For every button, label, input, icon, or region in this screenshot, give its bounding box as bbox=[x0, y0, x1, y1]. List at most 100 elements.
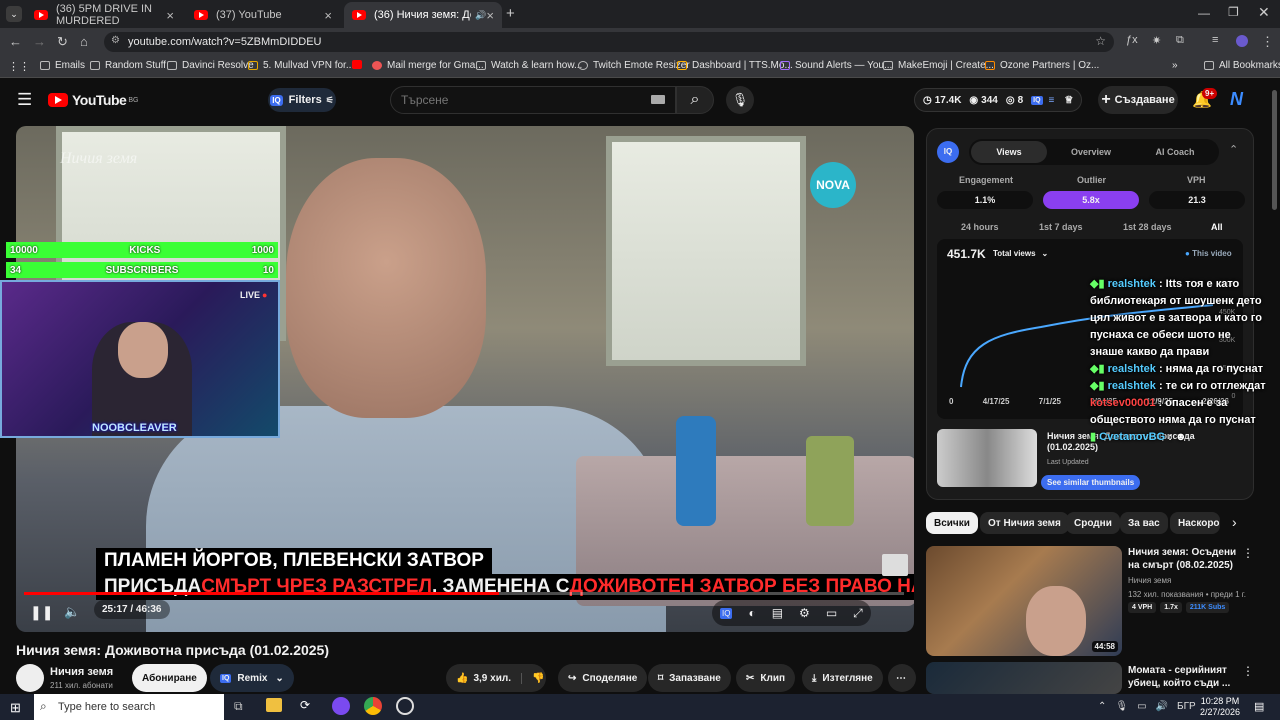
similar-thumbnail[interactable] bbox=[937, 429, 1037, 487]
bookmark-item[interactable]: Ozone Partners | Oz... bbox=[985, 60, 1099, 71]
bookmark-item[interactable]: MakeEmoji | Create... bbox=[883, 60, 994, 71]
youtube-logo[interactable]: YouTube BG bbox=[48, 92, 138, 108]
collapse-icon[interactable]: ⌃ bbox=[1229, 143, 1238, 156]
volume-icon[interactable]: 🔊 bbox=[1156, 701, 1168, 712]
notification-center-icon[interactable]: ▤ bbox=[1254, 700, 1264, 713]
settings-gear-icon[interactable]: ⚙ bbox=[799, 606, 810, 620]
channel-name[interactable]: Ничия земя bbox=[50, 666, 113, 678]
speaker-icon[interactable]: 🔊 bbox=[475, 10, 486, 21]
like-button[interactable]: 👍 3,9 хил. bbox=[446, 673, 521, 684]
bookmark-item[interactable]: 5. Mullvad VPN for... bbox=[248, 60, 354, 71]
address-bar[interactable]: ⚙ youtube.com/watch?v=5ZBMmDIDDEU ☆ bbox=[104, 32, 1114, 52]
bookmark-item[interactable]: Watch & learn how... bbox=[476, 60, 582, 71]
channel-avatar[interactable] bbox=[16, 664, 44, 692]
subscribe-button[interactable]: Абониране bbox=[132, 664, 207, 692]
chip-all[interactable]: Всички bbox=[926, 512, 978, 534]
microphone-icon[interactable]: 🎙 bbox=[1115, 701, 1128, 712]
tab-search-button[interactable]: ⌄ bbox=[6, 6, 22, 22]
extension-icon[interactable]: ƒx bbox=[1126, 34, 1138, 46]
all-bookmarks[interactable]: All Bookmarks bbox=[1204, 60, 1280, 71]
apps-grid-icon[interactable]: ⋮⋮ bbox=[8, 60, 30, 73]
taskbar-search-box[interactable]: ⌕ Type here to search bbox=[34, 694, 224, 720]
extension-icon[interactable]: ✷ bbox=[1152, 34, 1161, 47]
bookmark-item[interactable]: Twitch Emote Resizer bbox=[578, 60, 690, 71]
chip-related[interactable]: Сродни bbox=[1066, 512, 1120, 534]
clip-button[interactable]: ✂ Клип bbox=[736, 664, 796, 692]
hamburger-menu-icon[interactable]: ☰ bbox=[17, 90, 32, 110]
vidiq-filters-button[interactable]: IQ Filters ⚟ bbox=[268, 88, 336, 112]
create-button[interactable]: + Създаване bbox=[1098, 86, 1178, 114]
minimize-icon[interactable]: — bbox=[1198, 6, 1210, 20]
more-actions-button[interactable]: ⋯ bbox=[888, 664, 916, 692]
pause-button[interactable]: ❚❚ bbox=[30, 604, 53, 621]
app-icon[interactable] bbox=[332, 697, 350, 715]
chrome-icon[interactable] bbox=[364, 697, 382, 715]
search-button[interactable]: ⌕ bbox=[676, 86, 714, 114]
range-option[interactable]: 1st 7 days bbox=[1039, 222, 1083, 232]
language-indicator[interactable]: БГР bbox=[1177, 701, 1196, 712]
range-option[interactable]: 24 hours bbox=[961, 222, 999, 232]
chevron-right-icon[interactable]: › bbox=[1232, 514, 1237, 530]
vidiq-stats-bar[interactable]: ◷ 17.4K ◉ 344 ◎ 8 IQ ≡ ♕ bbox=[914, 88, 1083, 112]
recommendation-thumbnail[interactable]: 44:58 bbox=[926, 546, 1122, 656]
dislike-button[interactable]: 👎 bbox=[520, 672, 544, 684]
bookmark-item[interactable] bbox=[352, 60, 367, 69]
site-info-icon[interactable]: ⚙ bbox=[111, 35, 120, 46]
extensions-puzzle-icon[interactable]: ⧉ bbox=[1176, 34, 1184, 47]
obs-icon[interactable] bbox=[396, 697, 414, 715]
vidiq-icon[interactable]: IQ bbox=[720, 607, 733, 619]
page-scrollbar[interactable] bbox=[1272, 90, 1277, 210]
clock[interactable]: 10:28 PM 2/27/2026 bbox=[1200, 696, 1240, 718]
windows-start-icon[interactable]: ⊞ bbox=[10, 700, 21, 716]
search-input[interactable] bbox=[401, 93, 641, 107]
total-views-dropdown[interactable]: Total views ⌄ bbox=[993, 249, 1048, 258]
range-option-selected[interactable]: All bbox=[1211, 222, 1223, 232]
fullscreen-icon[interactable]: ⤢ bbox=[853, 606, 863, 621]
more-options-icon[interactable]: ⋮ bbox=[1242, 546, 1254, 560]
bookmark-item[interactable]: Emails bbox=[40, 60, 85, 71]
close-icon[interactable]: × bbox=[166, 8, 174, 23]
range-option[interactable]: 1st 28 days bbox=[1123, 222, 1172, 232]
restore-icon[interactable]: ❐ bbox=[1228, 5, 1239, 19]
progress-bar[interactable] bbox=[24, 592, 904, 595]
profile-avatar[interactable] bbox=[1236, 35, 1248, 47]
download-button[interactable]: ⤓ Изтегляне bbox=[802, 664, 883, 692]
close-icon[interactable]: × bbox=[324, 8, 332, 23]
chip-for-you[interactable]: За вас bbox=[1120, 512, 1168, 534]
see-similar-button[interactable]: See similar thumbnails bbox=[1041, 475, 1141, 490]
bookmark-star-icon[interactable]: ☆ bbox=[1095, 34, 1106, 48]
network-icon[interactable]: ▭ bbox=[1137, 701, 1146, 712]
menu-dots-icon[interactable]: ⋮ bbox=[1261, 34, 1274, 50]
vidiq-remix-button[interactable]: IQ Remix ⌄ bbox=[210, 664, 294, 692]
bookmarks-overflow-icon[interactable]: » bbox=[1172, 60, 1178, 71]
home-icon[interactable]: ⌂ bbox=[80, 34, 88, 49]
bookmark-item[interactable]: Sound Alerts — You... bbox=[780, 60, 892, 71]
bookmark-item[interactable]: Random Stuff bbox=[90, 60, 166, 71]
bookmark-item[interactable]: Mail merge for Gma... bbox=[372, 60, 484, 71]
media-icon[interactable]: ≡ bbox=[1212, 34, 1218, 46]
save-button[interactable]: ⌑ Запазване bbox=[648, 664, 731, 692]
share-button[interactable]: ↪ Споделяне bbox=[558, 664, 648, 692]
recommendation-title[interactable]: Ничия земя: Осъдени на смърт (08.02.2025… bbox=[1128, 546, 1240, 572]
account-avatar[interactable]: N bbox=[1230, 89, 1243, 110]
vidiq-tab-ai-coach[interactable]: AI Coach bbox=[1137, 141, 1213, 163]
tab-1[interactable]: (36) 5PM DRIVE IN MURDERED × bbox=[26, 2, 182, 28]
new-tab-button[interactable]: + bbox=[506, 5, 515, 22]
tab-2[interactable]: (37) YouTube × bbox=[186, 2, 340, 28]
task-view-icon[interactable]: ⧉ bbox=[234, 699, 243, 714]
forward-icon[interactable]: → bbox=[33, 34, 46, 49]
window-close-icon[interactable]: ✕ bbox=[1258, 4, 1270, 21]
tray-chevron-icon[interactable]: ⌃ bbox=[1098, 701, 1106, 712]
more-options-icon[interactable]: ⋮ bbox=[1242, 664, 1254, 678]
close-icon[interactable]: × bbox=[486, 8, 494, 23]
vidiq-tab-views[interactable]: Views bbox=[971, 141, 1047, 163]
reload-icon[interactable]: ↻ bbox=[57, 34, 68, 50]
recommendation-channel[interactable]: Ничия земя bbox=[1128, 576, 1171, 585]
volume-button[interactable]: 🔈 bbox=[64, 604, 80, 620]
bookmark-item[interactable]: Dashboard | TTS.Mo... bbox=[677, 60, 793, 71]
recommendation-title[interactable]: Момата - серийният убиец, който съди ... bbox=[1128, 664, 1240, 690]
file-explorer-icon[interactable] bbox=[266, 698, 282, 712]
back-icon[interactable]: ← bbox=[9, 34, 22, 49]
voice-search-button[interactable]: 🎙 bbox=[726, 86, 754, 114]
bookmark-item[interactable]: Davinci Resolve bbox=[167, 60, 254, 71]
